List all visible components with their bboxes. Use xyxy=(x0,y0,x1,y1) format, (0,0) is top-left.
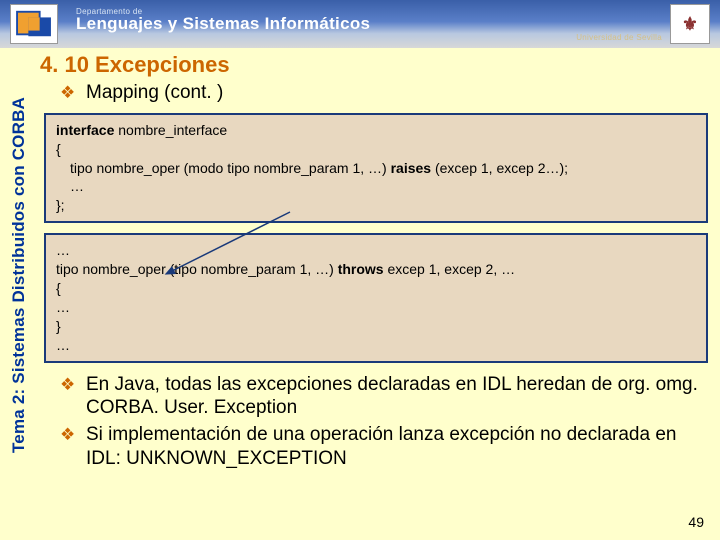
code-text: tipo nombre_oper (modo tipo nombre_param… xyxy=(70,160,391,176)
sidebar-theme-label: Tema 2: Sistemas Distribuidos con CORBA xyxy=(9,97,29,453)
header-university: Universidad de Sevilla xyxy=(76,33,662,42)
sidebar: Tema 2: Sistemas Distribuidos con CORBA xyxy=(6,60,32,490)
bullet-java-inheritance: En Java, todas las excepciones declarada… xyxy=(60,373,708,421)
code-text: excep 1, excep 2, … xyxy=(384,261,516,277)
code-text: { xyxy=(56,140,696,159)
keyword-throws: throws xyxy=(338,261,384,277)
code-text: tipo nombre_oper (tipo nombre_param 1, …… xyxy=(56,261,338,277)
slide-content: 4. 10 Excepciones Mapping (cont. ) inter… xyxy=(40,52,708,532)
dept-logo xyxy=(10,4,58,44)
idl-code-box: interface nombre_interface { tipo nombre… xyxy=(44,113,708,223)
keyword-interface: interface xyxy=(56,122,114,138)
code-text: } xyxy=(56,317,696,336)
slide-header: Departamento de Lenguajes y Sistemas Inf… xyxy=(0,0,720,48)
code-text: nombre_interface xyxy=(114,122,227,138)
header-title-area: Departamento de Lenguajes y Sistemas Inf… xyxy=(58,7,670,42)
bullet-list-top: Mapping (cont. ) xyxy=(40,81,708,105)
bullet-list-bottom: En Java, todas las excepciones declarada… xyxy=(40,373,708,471)
bullet-unknown-exception: Si implementación de una operación lanza… xyxy=(60,423,708,471)
code-text: … xyxy=(56,241,696,260)
section-title: 4. 10 Excepciones xyxy=(40,52,708,78)
page-number: 49 xyxy=(688,514,704,530)
code-text: }; xyxy=(56,196,696,215)
code-text: { xyxy=(56,279,696,298)
university-logo: ⚜ xyxy=(670,4,710,44)
java-code-box: … tipo nombre_oper (tipo nombre_param 1,… xyxy=(44,233,708,362)
code-text: … xyxy=(56,336,696,355)
code-text: … xyxy=(56,298,696,317)
keyword-raises: raises xyxy=(391,160,431,176)
header-main-title: Lenguajes y Sistemas Informáticos xyxy=(76,14,670,34)
bullet-mapping: Mapping (cont. ) xyxy=(60,81,708,105)
code-text: (excep 1, excep 2…); xyxy=(431,160,568,176)
code-text: … xyxy=(56,177,696,196)
